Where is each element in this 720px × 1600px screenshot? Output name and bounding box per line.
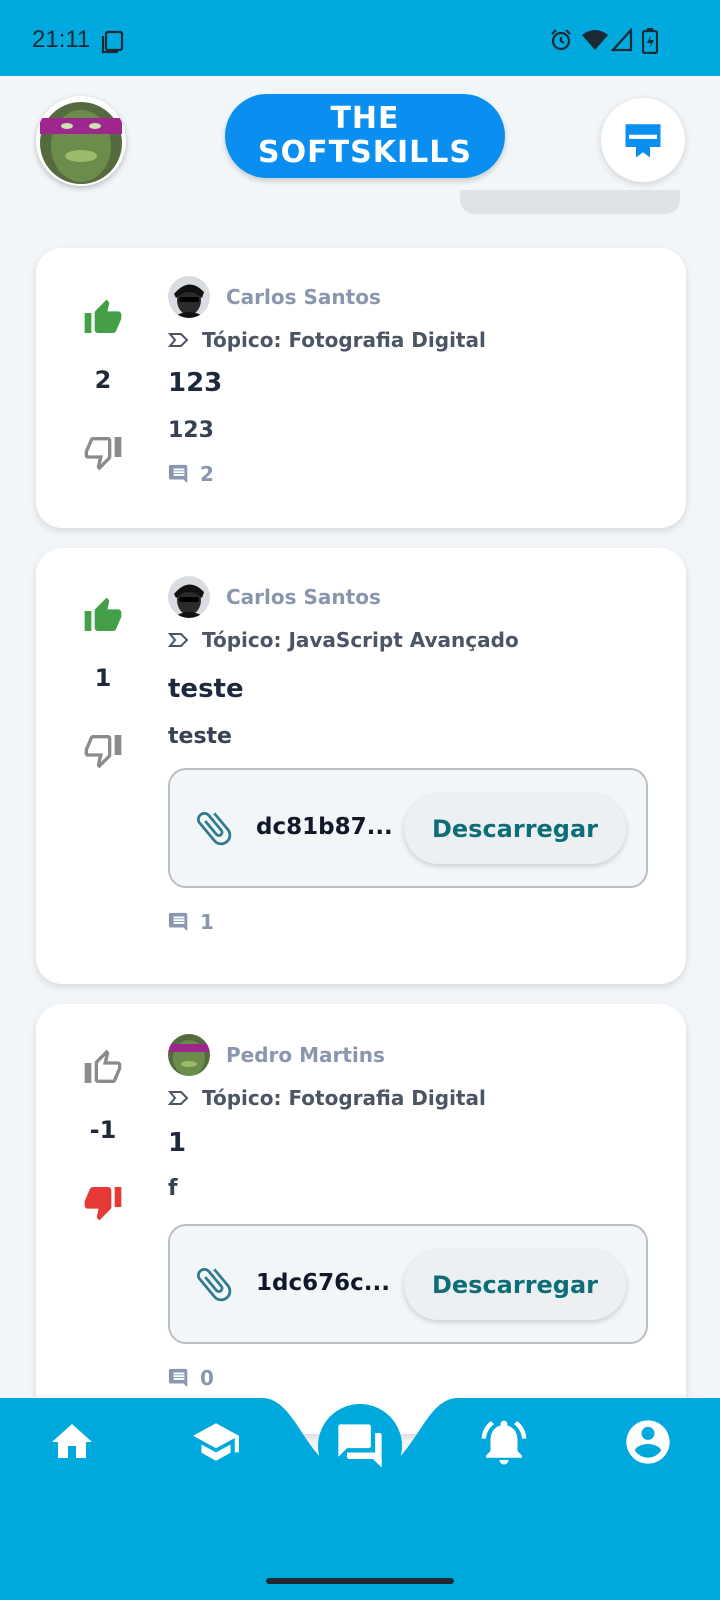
certificate-icon (625, 124, 661, 158)
vote-count: 1 (94, 664, 112, 692)
wifi-icon (582, 30, 608, 50)
vote-count: 2 (94, 366, 112, 394)
status-bar: 21:11 (0, 0, 720, 76)
post-title: 1 (168, 1128, 187, 1158)
thumb-down-outline-icon (84, 735, 122, 769)
downvote-button[interactable] (78, 728, 128, 772)
author-name: Carlos Santos (226, 585, 381, 609)
topic-label: Tópico: JavaScript Avançado (202, 628, 519, 652)
post-card[interactable]: 2 Carlos Santos Tópico: Fotografia Digit… (36, 248, 686, 528)
paperclip-icon (197, 1268, 232, 1302)
topic-label: Tópico: Fotografia Digital (202, 1086, 486, 1110)
comments-button[interactable]: 1 (168, 910, 214, 934)
author-photo (168, 576, 210, 618)
vote-count: -1 (89, 1116, 117, 1144)
upvote-button[interactable] (78, 594, 128, 638)
brand-logo: THE SOFTSKILLS (225, 94, 505, 178)
download-button[interactable]: Descarregar (404, 794, 626, 864)
post-title: 123 (168, 368, 223, 398)
nav-notifications[interactable] (476, 1414, 532, 1470)
attachment-box: 1dc676c... Descarregar (168, 1224, 648, 1344)
label-icon (168, 633, 189, 647)
attachment-filename: 1dc676c... (256, 1270, 390, 1296)
thumb-down-filled-icon (84, 1187, 122, 1221)
post-title: teste (168, 674, 244, 704)
forum-icon (338, 1424, 382, 1468)
home-icon (52, 1424, 92, 1458)
label-icon (168, 333, 189, 347)
downvote-button[interactable] (78, 1180, 128, 1224)
attachment-box: dc81b87... Descarregar (168, 768, 648, 888)
top-bar: THE SOFTSKILLS (0, 76, 720, 206)
alarm-icon (551, 29, 571, 51)
brand-line-2: SOFTSKILLS (258, 135, 472, 170)
label-icon (168, 1091, 189, 1105)
downvote-button[interactable] (78, 430, 128, 474)
post-body: 123 (168, 418, 214, 443)
author-photo (168, 1034, 210, 1076)
thumb-down-outline-icon (84, 437, 122, 471)
attachment-filename: dc81b87... (256, 814, 393, 840)
post-topic: Tópico: JavaScript Avançado (168, 628, 519, 652)
upvote-button[interactable] (78, 296, 128, 340)
comment-count: 0 (200, 1366, 214, 1390)
author-name: Pedro Martins (226, 1043, 385, 1067)
post-author[interactable]: Carlos Santos (168, 576, 381, 618)
comment-icon (168, 464, 188, 484)
comment-icon (168, 912, 188, 932)
comments-button[interactable]: 2 (168, 462, 214, 486)
partial-element (460, 190, 680, 214)
thumb-up-outline-icon (84, 1049, 122, 1083)
post-topic: Tópico: Fotografia Digital (168, 328, 486, 352)
post-card[interactable]: -1 Pedro Martins Tópico: Fotografia Digi… (36, 1004, 686, 1434)
certificate-button[interactable] (601, 98, 685, 182)
avatar-image (36, 96, 126, 186)
thumb-up-filled-icon (84, 299, 122, 333)
comment-icon (168, 1368, 188, 1388)
comment-count: 1 (200, 910, 214, 934)
nav-courses[interactable] (188, 1414, 244, 1470)
gesture-home-indicator[interactable] (266, 1578, 454, 1584)
author-avatar (168, 576, 210, 618)
author-photo (168, 276, 210, 318)
post-body: teste (168, 724, 232, 749)
cellular-signal-icon (611, 28, 633, 52)
user-avatar[interactable] (36, 96, 126, 186)
account-circle-icon (626, 1420, 670, 1464)
battery-charging-icon (642, 28, 658, 54)
author-name: Carlos Santos (226, 285, 381, 309)
post-body: f (168, 1176, 178, 1201)
author-avatar (168, 276, 210, 318)
upvote-button[interactable] (78, 1046, 128, 1090)
paperclip-icon (197, 812, 232, 846)
post-card[interactable]: 1 Carlos Santos Tópico: JavaScript Avanç… (36, 548, 686, 984)
comment-count: 2 (200, 462, 214, 486)
comments-button[interactable]: 0 (168, 1366, 214, 1390)
nav-forum[interactable] (318, 1404, 402, 1488)
nav-profile[interactable] (620, 1414, 676, 1470)
post-author[interactable]: Pedro Martins (168, 1034, 385, 1076)
post-topic: Tópico: Fotografia Digital (168, 1086, 486, 1110)
download-button[interactable]: Descarregar (404, 1250, 626, 1320)
screenshot-notification-icon (101, 30, 124, 54)
graduation-cap-icon (193, 1423, 239, 1461)
notifications-active-icon (481, 1420, 527, 1465)
thumb-up-filled-icon (84, 597, 122, 631)
post-author[interactable]: Carlos Santos (168, 276, 381, 318)
topic-label: Tópico: Fotografia Digital (202, 328, 486, 352)
nav-home[interactable] (44, 1414, 100, 1470)
author-avatar (168, 1034, 210, 1076)
brand-line-1: THE (330, 101, 400, 136)
status-time: 21:11 (32, 26, 91, 53)
